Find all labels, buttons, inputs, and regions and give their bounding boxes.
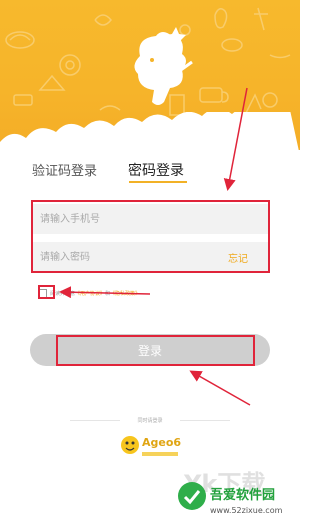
login-form: 忘记 [32, 200, 270, 272]
watermark-logo-icon [178, 482, 206, 510]
checkbox-icon[interactable] [38, 288, 47, 298]
phone-input[interactable] [32, 204, 270, 234]
password-field: 忘记 [32, 242, 270, 272]
watermark-title: 吾爱软件园 [210, 488, 276, 503]
watermark-url: www.52zixue.com [210, 506, 283, 515]
tab-password-login[interactable]: 密码登录 [128, 160, 184, 180]
forgot-password-link[interactable]: 忘记 [228, 250, 248, 265]
login-tabs: 验证码登录 密码登录 [0, 160, 300, 186]
login-button[interactable]: 登录 [30, 334, 270, 366]
other-login-label: 同时请登录 [137, 418, 163, 424]
agreement-prefix: 阅读并同意 [50, 290, 76, 297]
watermark: Yk下载 吾爱软件园 www.52zixue.com [174, 470, 298, 528]
active-tab-underline [129, 181, 187, 183]
phone-field [32, 204, 270, 234]
tab-sms-login[interactable]: 验证码登录 [32, 160, 97, 179]
cartoon-character-icon [134, 27, 193, 105]
ageo-logo-icon[interactable]: Ageo6 [118, 434, 184, 460]
cloud-edge-decoration [0, 112, 299, 150]
arrow-to-login [189, 370, 251, 406]
agreement-row: 阅读并同意 《用户协议》 和 《隐私政策》 [38, 287, 140, 299]
user-agreement-link[interactable]: 《用户协议》 [75, 290, 105, 297]
ageo-logo-text: Ageo6 [142, 436, 182, 449]
header-banner [0, 0, 300, 150]
privacy-policy-link[interactable]: 《隐私政策》 [110, 290, 140, 297]
